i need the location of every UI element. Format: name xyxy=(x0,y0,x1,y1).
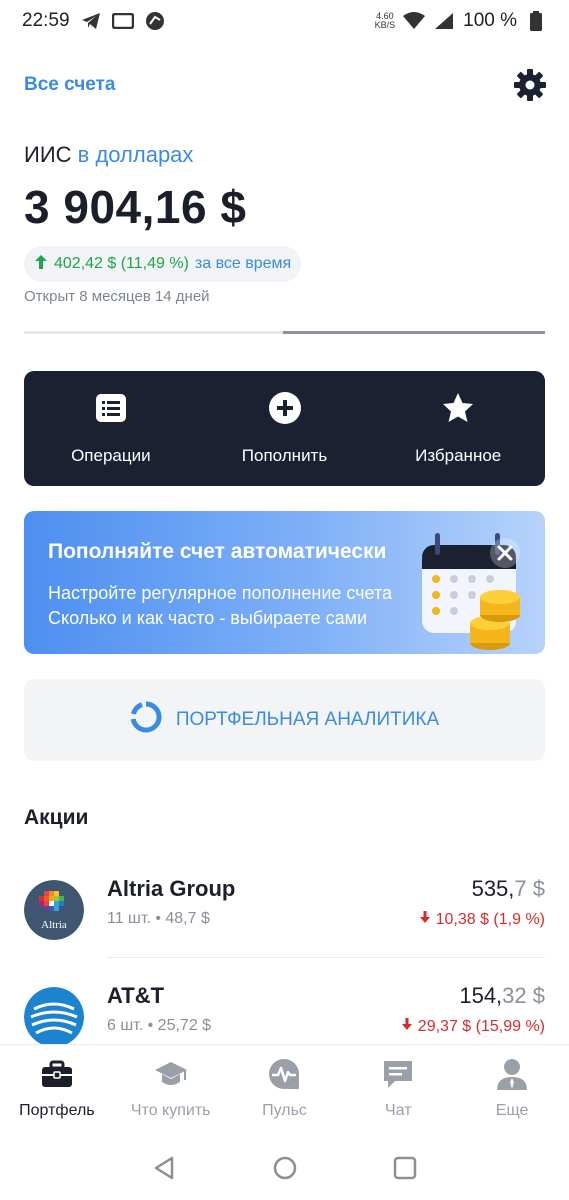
stocks-section-title: Акции xyxy=(24,806,89,829)
net-speed-unit: KB/S xyxy=(374,20,396,30)
stock-price: 154,32 $ xyxy=(459,983,545,1009)
stock-row-altria[interactable]: Altria Altria Group 11 шт. • 48,7 $ 535,… xyxy=(24,868,545,958)
battery-percent: 100 % xyxy=(463,10,517,31)
graduation-cap-icon xyxy=(154,1057,188,1096)
account-opened: Открыт 8 месяцев 14 дней xyxy=(24,288,210,305)
portfolio-analytics-label: ПОРТФЕЛЬНАЯ АНАЛИТИКА xyxy=(175,709,440,730)
nav-portfolio-label: Портфель xyxy=(19,1102,95,1119)
operations-label: Операции xyxy=(71,446,151,465)
action-bar: Операции Пополнить Избранное xyxy=(24,371,545,486)
plus-circle-icon xyxy=(268,391,302,430)
nav-what-to-buy[interactable]: Что купить xyxy=(114,1045,228,1136)
account-pager xyxy=(24,331,545,334)
promo-title: Пополняйте счет автоматически xyxy=(48,540,387,563)
altria-logo: Altria xyxy=(24,880,84,940)
stock-quantity: 6 шт. • 25,72 $ xyxy=(107,1017,212,1034)
promo-line-2: Сколько и как часто - выбираете сами xyxy=(48,608,368,628)
profit-value: 402,42 $ (11,49 %) xyxy=(54,255,189,272)
bottom-nav: Портфель Что купить Пульс Чат Еще xyxy=(0,1044,569,1136)
nav-what-to-buy-label: Что купить xyxy=(130,1102,211,1119)
promo-line-1: Настройте регулярное пополнение счета xyxy=(48,583,393,603)
arrow-down-icon xyxy=(420,911,431,923)
nav-chat-label: Чат xyxy=(385,1102,412,1119)
battery-icon xyxy=(525,10,547,32)
att-logo xyxy=(24,987,84,1047)
stock-name: Altria Group xyxy=(107,876,236,901)
stock-change-value: 10,38 $ (1,9 %) xyxy=(435,911,545,928)
arrow-down-icon xyxy=(402,1018,413,1030)
cast-icon xyxy=(111,10,134,32)
stock-name: AT&T xyxy=(107,983,165,1008)
top-up-button[interactable]: Пополнить xyxy=(198,371,372,486)
account-currency-selector[interactable]: в долларах xyxy=(78,142,194,167)
vpn-icon xyxy=(144,10,166,32)
nav-more-label: Еще xyxy=(495,1102,529,1119)
row-divider xyxy=(107,957,545,958)
price-decimal: 7 $ xyxy=(514,876,545,901)
price-integer: 154, xyxy=(459,983,503,1008)
all-accounts-link[interactable]: Все счета xyxy=(24,74,115,96)
pulse-icon xyxy=(267,1057,301,1096)
gear-icon[interactable] xyxy=(513,68,547,102)
arrow-up-icon xyxy=(34,254,48,275)
account-type: ИИС xyxy=(24,142,72,167)
stock-change: 29,37 $ (15,99 %) xyxy=(401,1017,545,1036)
back-icon[interactable] xyxy=(150,1153,180,1183)
telegram-icon xyxy=(80,10,102,32)
pager-active-indicator xyxy=(283,331,545,334)
briefcase-icon xyxy=(40,1057,74,1096)
top-up-label: Пополнить xyxy=(241,446,328,465)
close-icon[interactable] xyxy=(490,538,520,568)
status-time: 22:59 xyxy=(22,10,70,31)
home-icon[interactable] xyxy=(270,1153,300,1183)
cell-signal-icon xyxy=(433,10,455,32)
stock-price: 535,7 $ xyxy=(472,876,545,902)
nav-more[interactable]: Еще xyxy=(455,1045,569,1136)
system-nav-bar xyxy=(0,1136,569,1200)
nav-pulse[interactable]: Пульс xyxy=(228,1045,342,1136)
account-title: ИИС в долларах xyxy=(24,142,193,168)
profit-badge[interactable]: 402,42 $ (11,49 %) за все время xyxy=(24,246,302,282)
recents-icon[interactable] xyxy=(390,1153,420,1183)
nav-chat[interactable]: Чат xyxy=(341,1045,455,1136)
star-icon xyxy=(441,391,475,430)
network-speed: 4.60 KB/S xyxy=(375,12,396,30)
stock-change-value: 29,37 $ (15,99 %) xyxy=(417,1018,545,1035)
user-icon xyxy=(495,1057,529,1096)
wifi-icon xyxy=(403,10,426,32)
operations-button[interactable]: Операции xyxy=(24,371,198,486)
favorites-label: Избранное xyxy=(415,446,502,465)
account-balance: 3 904,16 $ xyxy=(24,181,247,233)
stock-quantity: 11 шт. • 48,7 $ xyxy=(107,910,210,927)
price-integer: 535, xyxy=(471,876,515,901)
chat-icon xyxy=(381,1057,415,1096)
status-bar: 22:59 4.60 KB/S 100 % xyxy=(0,0,569,42)
stock-change: 10,38 $ (1,9 %) xyxy=(419,910,545,929)
favorites-button[interactable]: Избранное xyxy=(371,371,545,486)
list-icon xyxy=(94,391,128,430)
nav-pulse-label: Пульс xyxy=(262,1102,307,1119)
promo-description: Настройте регулярное пополнение счета Ск… xyxy=(48,581,392,631)
autopay-promo-banner[interactable]: Пополняйте счет автоматически Настройте … xyxy=(24,511,545,654)
portfolio-analytics-button[interactable]: ПОРТФЕЛЬНАЯ АНАЛИТИКА xyxy=(24,679,545,761)
profit-period: за все время xyxy=(194,255,292,272)
header: Все счета xyxy=(24,64,547,106)
donut-chart-icon xyxy=(130,701,162,739)
price-decimal: 32 $ xyxy=(502,983,545,1008)
nav-portfolio[interactable]: Портфель xyxy=(0,1045,114,1136)
altria-logo-text: Altria xyxy=(41,919,67,931)
